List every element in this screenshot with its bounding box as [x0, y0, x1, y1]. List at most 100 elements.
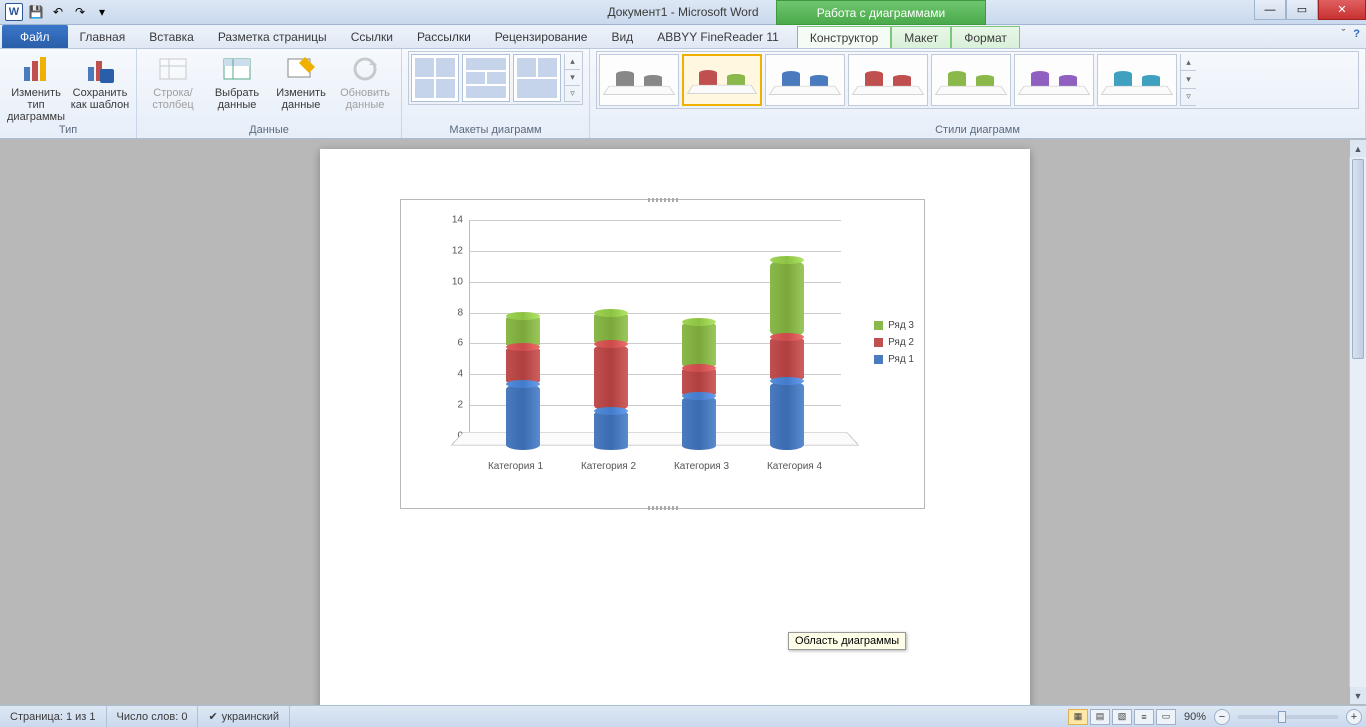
vertical-scrollbar[interactable]: ▲ ▼	[1349, 157, 1366, 687]
chart-plot-area[interactable]: 02468101214 Категория 1Категория 2Катего…	[441, 220, 841, 470]
maximize-button[interactable]: ▭	[1286, 0, 1318, 20]
y-axis: 02468101214	[441, 220, 467, 454]
chart-column[interactable]	[770, 260, 804, 450]
status-language[interactable]: ✔ украинский	[198, 706, 290, 727]
chart-style-3[interactable]	[765, 54, 845, 106]
ribbon-group-type: Изменить тип диаграммы Сохранить как шаб…	[0, 49, 137, 138]
scroll-down-icon[interactable]: ▼	[1350, 687, 1366, 704]
window-title: Документ1 - Microsoft Word	[607, 5, 758, 19]
chart-column[interactable]	[594, 313, 628, 450]
chart-type-icon	[20, 53, 52, 85]
select-data-button[interactable]: Выбрать данные	[207, 51, 267, 111]
chart-style-7[interactable]	[1097, 54, 1177, 106]
legend-item[interactable]: Ряд 3	[874, 320, 914, 331]
x-label: Категория 4	[767, 461, 822, 472]
undo-button[interactable]: ↶	[48, 2, 68, 22]
chart-style-4[interactable]	[848, 54, 928, 106]
chart-segment[interactable]	[770, 381, 804, 450]
legend-swatch	[874, 338, 883, 347]
quick-access-toolbar: W 💾 ↶ ↷ ▾	[0, 2, 112, 22]
view-print-layout[interactable]: ▦	[1068, 709, 1088, 725]
tab-chart-design[interactable]: Конструктор	[797, 26, 891, 48]
chart-segment[interactable]	[682, 322, 716, 368]
legend-label: Ряд 1	[888, 354, 914, 365]
chart-segment[interactable]	[594, 411, 628, 450]
chart-style-5[interactable]	[931, 54, 1011, 106]
app-icon[interactable]: W	[4, 2, 24, 22]
title-bar: W 💾 ↶ ↷ ▾ Документ1 - Microsoft Word Раб…	[0, 0, 1366, 25]
chart-legend[interactable]: Ряд 3 Ряд 2 Ряд 1	[874, 320, 914, 371]
tab-abbyy[interactable]: ABBYY FineReader 11	[645, 26, 791, 48]
chart-layout-3[interactable]	[513, 54, 561, 102]
chart-segment[interactable]	[770, 337, 804, 380]
view-outline[interactable]: ≡	[1134, 709, 1154, 725]
chart-columns	[469, 220, 841, 450]
chart-column[interactable]	[682, 322, 716, 450]
scroll-up-icon[interactable]: ▲	[1350, 140, 1366, 157]
chart-segment[interactable]	[506, 384, 540, 450]
zoom-out-button[interactable]: −	[1214, 709, 1230, 725]
tab-chart-format[interactable]: Формат	[951, 26, 1020, 48]
tab-insert[interactable]: Вставка	[137, 26, 206, 48]
chart-segment[interactable]	[682, 396, 716, 450]
legend-item[interactable]: Ряд 1	[874, 354, 914, 365]
edit-data-button[interactable]: Изменить данные	[271, 51, 331, 111]
minimize-button[interactable]: —	[1254, 0, 1286, 20]
redo-button[interactable]: ↷	[70, 2, 90, 22]
x-axis-labels: Категория 1Категория 2Категория 3Категор…	[469, 461, 841, 472]
tab-view[interactable]: Вид	[599, 26, 645, 48]
word-icon: W	[5, 3, 23, 21]
chart-layout-2[interactable]	[462, 54, 510, 102]
tab-mailings[interactable]: Рассылки	[405, 26, 483, 48]
group-label-styles: Стили диаграмм	[596, 124, 1359, 138]
zoom-level[interactable]: 90%	[1184, 711, 1206, 723]
close-button[interactable]: ✕	[1318, 0, 1366, 20]
tab-references[interactable]: Ссылки	[339, 26, 405, 48]
status-bar: Страница: 1 из 1 Число слов: 0 ✔ украинс…	[0, 705, 1366, 727]
scroll-thumb[interactable]	[1352, 159, 1364, 359]
chart-layout-1[interactable]	[411, 54, 459, 102]
status-page[interactable]: Страница: 1 из 1	[0, 706, 107, 727]
zoom-slider[interactable]	[1238, 715, 1338, 719]
change-chart-type-button[interactable]: Изменить тип диаграммы	[6, 51, 66, 123]
qat-customize[interactable]: ▾	[92, 2, 112, 22]
view-full-screen[interactable]: ▤	[1090, 709, 1110, 725]
tab-review[interactable]: Рецензирование	[483, 26, 600, 48]
y-tick: 4	[457, 369, 463, 380]
group-label-data: Данные	[143, 124, 395, 138]
view-web-layout[interactable]: ▧	[1112, 709, 1132, 725]
legend-item[interactable]: Ряд 2	[874, 337, 914, 348]
y-tick: 10	[452, 276, 463, 287]
chart-segment[interactable]	[506, 347, 540, 384]
status-word-count[interactable]: Число слов: 0	[107, 706, 199, 727]
save-button[interactable]: 💾	[26, 2, 46, 22]
document-page[interactable]: 02468101214 Категория 1Категория 2Катего…	[320, 149, 1030, 705]
file-tab[interactable]: Файл	[2, 25, 68, 48]
select-data-icon	[221, 53, 253, 85]
tab-page-layout[interactable]: Разметка страницы	[206, 26, 339, 48]
ribbon-group-layouts: ▴▾▿ Макеты диаграмм	[402, 49, 590, 138]
chart-segment[interactable]	[770, 260, 804, 337]
chart-column[interactable]	[506, 316, 540, 450]
layouts-gallery-more[interactable]: ▴▾▿	[564, 54, 580, 102]
x-label: Категория 3	[674, 461, 729, 472]
refresh-data-button: Обновить данные	[335, 51, 395, 111]
zoom-in-button[interactable]: +	[1346, 709, 1362, 725]
ribbon: Изменить тип диаграммы Сохранить как шаб…	[0, 49, 1366, 139]
chart-style-1[interactable]	[599, 54, 679, 106]
chart-segment[interactable]	[594, 313, 628, 344]
rowcol-icon	[157, 53, 189, 85]
view-draft[interactable]: ▭	[1156, 709, 1176, 725]
tab-chart-layout[interactable]: Макет	[891, 26, 951, 48]
legend-swatch	[874, 355, 883, 364]
chart-object[interactable]: 02468101214 Категория 1Категория 2Катего…	[400, 199, 925, 509]
save-as-template-button[interactable]: Сохранить как шаблон	[70, 51, 130, 111]
chart-segment[interactable]	[594, 344, 628, 412]
tab-home[interactable]: Главная	[68, 26, 138, 48]
minimize-ribbon-icon[interactable]: ˇ	[1342, 28, 1346, 40]
styles-gallery-more[interactable]: ▴▾▿	[1180, 54, 1196, 106]
chart-style-2[interactable]	[682, 54, 762, 106]
chart-style-6[interactable]	[1014, 54, 1094, 106]
ribbon-group-data: Строка/столбец Выбрать данные Изменить д…	[137, 49, 402, 138]
help-icon[interactable]: ?	[1353, 28, 1360, 40]
